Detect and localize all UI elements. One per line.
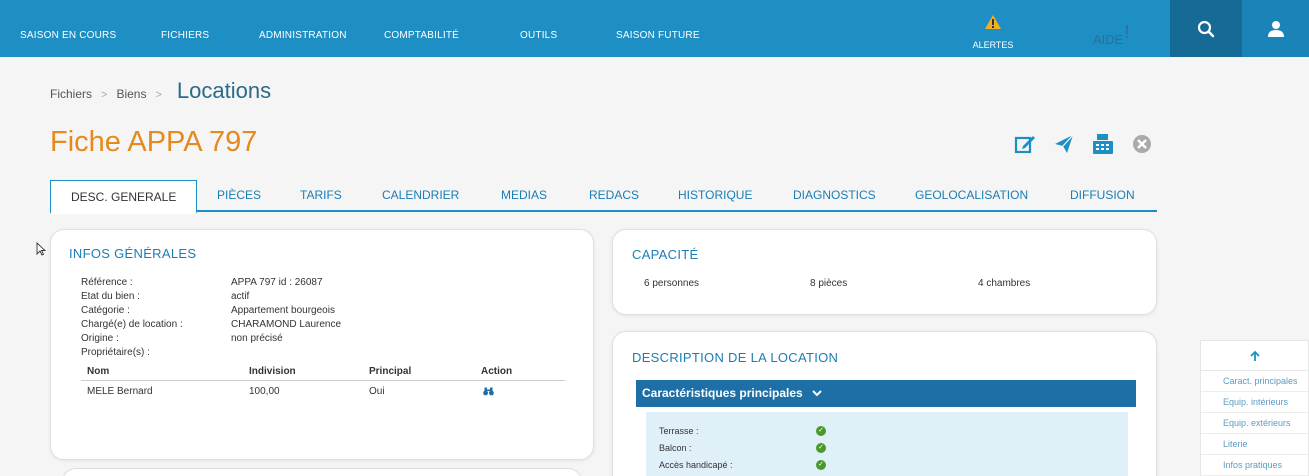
- owner-header-nom: Nom: [87, 366, 110, 377]
- nav-comptabilite[interactable]: COMPTABILITÉ: [384, 30, 459, 41]
- capacite-title: CAPACITÉ: [632, 247, 699, 262]
- view-owner-button[interactable]: [483, 387, 494, 399]
- tab-tarifs[interactable]: TARIFS: [300, 180, 342, 212]
- tab-pieces[interactable]: PIÈCES: [217, 180, 261, 212]
- capacite-chambres: 4 chambres: [978, 278, 1031, 289]
- section-caracteristiques-label: Caractéristiques principales: [642, 386, 803, 400]
- nav-saison-en-cours[interactable]: SAISON EN COURS: [20, 30, 116, 41]
- owner-header-action: Action: [481, 366, 513, 377]
- owner-principal: Oui: [369, 386, 385, 397]
- section-caracteristiques-header[interactable]: Caractéristiques principales: [636, 380, 1136, 407]
- value-categorie: Appartement bourgeois: [231, 305, 335, 316]
- edit-icon: [1014, 136, 1035, 154]
- edit-button[interactable]: [1013, 132, 1037, 156]
- label-charge-location: Chargé(e) de location :: [81, 319, 183, 330]
- user-icon: [1267, 20, 1284, 37]
- label-origine: Origine :: [81, 333, 119, 344]
- alerts-button[interactable]: ALERTES: [970, 14, 1016, 50]
- check-icon: ✓: [816, 443, 826, 453]
- action-toolbar: [1013, 132, 1154, 156]
- capacite-pieces: 8 pièces: [810, 278, 848, 289]
- tab-historique[interactable]: HISTORIQUE: [678, 180, 752, 212]
- label-proprietaires: Propriétaire(s) :: [81, 347, 150, 358]
- page-title: Fiche APPA 797: [50, 126, 258, 158]
- capacite-card: CAPACITÉ 6 personnes 8 pièces 4 chambres: [612, 229, 1157, 315]
- close-button[interactable]: [1130, 132, 1154, 156]
- check-icon: ✓: [816, 460, 826, 470]
- warning-icon: [985, 15, 1001, 29]
- chevron-down-icon: [812, 390, 822, 397]
- feature-terrasse-label: Terrasse :: [659, 426, 699, 436]
- tab-bar: DESC. GENERALE PIÈCES TARIFS CALENDRIER …: [50, 180, 1157, 214]
- nav-administration[interactable]: ADMINISTRATION: [259, 30, 347, 41]
- mouse-cursor-icon: [36, 242, 46, 256]
- binoculars-icon: [483, 387, 494, 396]
- side-nav-literie[interactable]: Literie: [1201, 434, 1308, 455]
- description-card: DESCRIPTION DE LA LOCATION Caractéristiq…: [612, 331, 1157, 476]
- tab-redacs[interactable]: REDACS: [589, 180, 639, 212]
- value-origine: non précisé: [231, 333, 283, 344]
- breadcrumb-biens[interactable]: Biens: [116, 87, 146, 101]
- owner-header-principal: Principal: [369, 366, 412, 377]
- nav-fichiers[interactable]: FICHIERS: [161, 30, 209, 41]
- breadcrumb: Fichiers > Biens > Locations: [50, 78, 271, 104]
- tab-diagnostics[interactable]: DIAGNOSTICS: [793, 180, 876, 212]
- tab-calendrier[interactable]: CALENDRIER: [382, 180, 459, 212]
- search-button[interactable]: [1170, 0, 1242, 57]
- breadcrumb-separator: >: [155, 89, 162, 101]
- nav-outils[interactable]: OUTILS: [520, 30, 557, 41]
- user-menu-button[interactable]: [1242, 0, 1309, 57]
- alerts-label: ALERTES: [972, 40, 1014, 50]
- nav-saison-future[interactable]: SAISON FUTURE: [616, 30, 700, 41]
- fax-button[interactable]: [1091, 132, 1115, 156]
- send-button[interactable]: [1052, 132, 1076, 156]
- infos-generales-card: INFOS GÉNÉRALES Référence : APPA 797 id …: [50, 229, 594, 460]
- label-reference: Référence :: [81, 277, 133, 288]
- breadcrumb-current: Locations: [176, 78, 272, 103]
- capacite-personnes: 6 personnes: [644, 278, 700, 289]
- side-nav-infos-pratiques[interactable]: Infos pratiques: [1201, 455, 1308, 476]
- value-etat: actif: [231, 291, 250, 302]
- feature-balcon-label: Balcon :: [659, 443, 692, 453]
- label-categorie: Catégorie :: [81, 305, 130, 316]
- fax-icon: [1093, 134, 1113, 154]
- help-label: AIDE: [1093, 32, 1124, 47]
- tab-geolocalisation[interactable]: GEOLOCALISATION: [915, 180, 1028, 212]
- help-mark: !: [1124, 22, 1130, 42]
- owner-header-indivision: Indivision: [249, 366, 296, 377]
- next-card-partial: [62, 468, 582, 476]
- tab-diffusion[interactable]: DIFFUSION: [1070, 180, 1135, 212]
- infos-generales-title: INFOS GÉNÉRALES: [69, 246, 197, 261]
- scroll-top-button[interactable]: [1201, 341, 1308, 371]
- breadcrumb-separator: >: [101, 89, 108, 101]
- top-navbar: SAISON EN COURS FICHIERS ADMINISTRATION …: [0, 0, 1309, 57]
- side-nav-equip-exterieurs[interactable]: Equip. extérieurs: [1201, 413, 1308, 434]
- check-icon: ✓: [816, 426, 826, 436]
- section-side-nav: Caract. principales Equip. intérieurs Eq…: [1200, 340, 1309, 476]
- breadcrumb-fichiers[interactable]: Fichiers: [50, 87, 92, 101]
- label-etat: Etat du bien :: [81, 291, 140, 302]
- arrow-up-icon: [1249, 350, 1260, 361]
- send-icon: [1055, 134, 1074, 153]
- owner-indivision: 100,00: [249, 386, 280, 397]
- help-link[interactable]: AIDE!: [1093, 22, 1129, 49]
- tab-desc-generale[interactable]: DESC. GENERALE: [50, 180, 198, 214]
- section-caracteristiques-body: Terrasse : ✓ Balcon : ✓ Accès handicapé …: [646, 412, 1128, 476]
- search-icon: [1197, 20, 1215, 37]
- owner-table-divider: [81, 380, 565, 381]
- value-charge-location: CHARAMOND Laurence: [231, 319, 342, 330]
- feature-acces-handicape-label: Accès handicapé :: [659, 460, 733, 470]
- side-nav-caract-principales[interactable]: Caract. principales: [1201, 371, 1308, 392]
- side-nav-equip-interieurs[interactable]: Equip. intérieurs: [1201, 392, 1308, 413]
- tab-medias[interactable]: MEDIAS: [501, 180, 547, 212]
- owner-nom: MELE Bernard: [87, 386, 153, 397]
- value-reference: APPA 797 id : 26087: [231, 277, 323, 288]
- description-title: DESCRIPTION DE LA LOCATION: [632, 350, 839, 365]
- close-icon: [1133, 135, 1151, 153]
